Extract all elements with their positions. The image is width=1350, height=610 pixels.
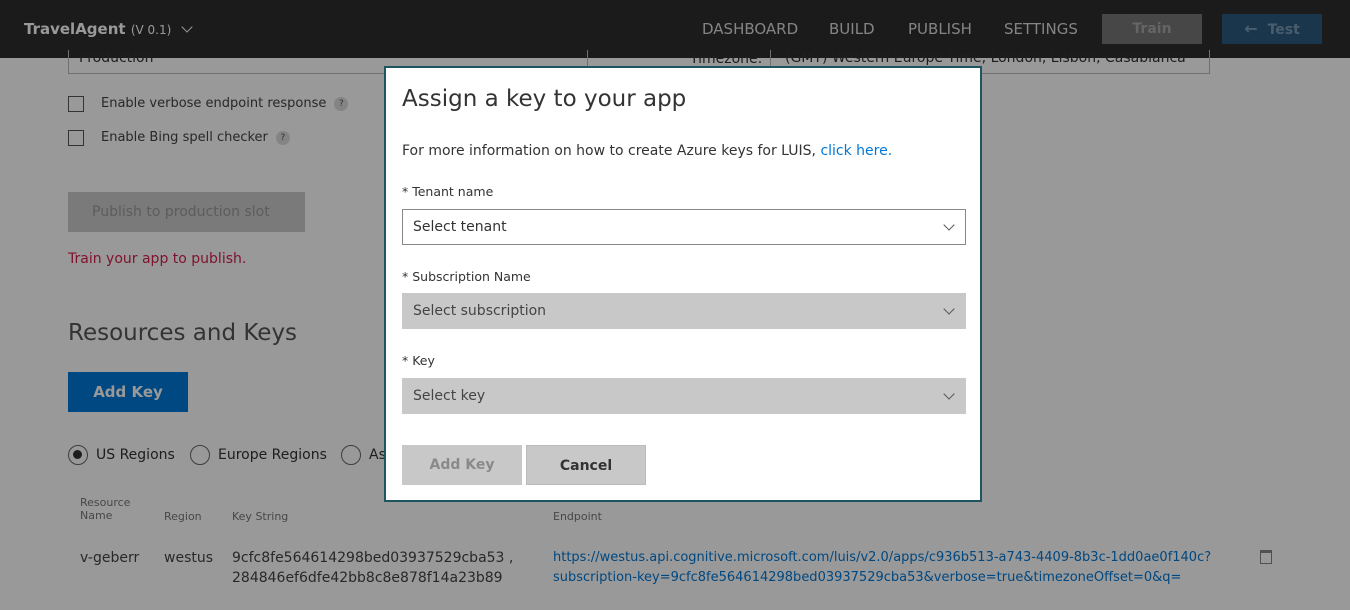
tenant-select[interactable]: Select tenant: [402, 209, 966, 245]
key-label: * Key: [402, 353, 435, 368]
assign-key-dialog: Assign a key to your app For more inform…: [384, 66, 982, 502]
dialog-cancel-button[interactable]: Cancel: [526, 445, 646, 485]
chevron-down-icon: [943, 219, 955, 231]
dialog-info: For more information on how to create Az…: [402, 143, 893, 159]
tenant-value: Select tenant: [413, 219, 507, 235]
subscription-select[interactable]: Select subscription: [402, 293, 966, 329]
subscription-label: * Subscription Name: [402, 269, 531, 284]
chevron-down-icon: [943, 303, 955, 315]
key-select[interactable]: Select key: [402, 378, 966, 414]
chevron-down-icon: [943, 388, 955, 400]
dialog-add-key-button[interactable]: Add Key: [402, 445, 522, 485]
subscription-value: Select subscription: [413, 303, 547, 319]
key-value: Select key: [413, 388, 486, 404]
tenant-label: * Tenant name: [402, 184, 494, 199]
dialog-title: Assign a key to your app: [402, 86, 687, 112]
click-here-link[interactable]: click here.: [820, 143, 892, 159]
